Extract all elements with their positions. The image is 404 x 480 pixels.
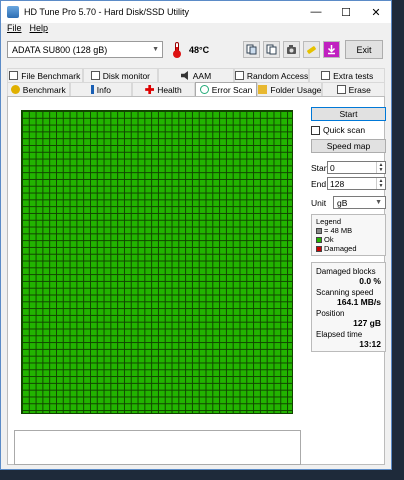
toolbar: ADATA SU800 (128 gB) ▼ 48°C Exit <box>7 39 385 61</box>
ok-swatch <box>316 236 322 243</box>
tab-benchmark[interactable]: Benchmark <box>7 82 70 96</box>
legend-title: Legend <box>316 217 342 226</box>
tab-disk-monitor[interactable]: Disk monitor <box>82 68 159 82</box>
drive-select[interactable]: ADATA SU800 (128 gB) ▼ <box>7 41 163 58</box>
menu-bar: File Help <box>1 23 48 37</box>
stats-panel: Damaged blocks 0.0 % Scanning speed 164.… <box>311 262 386 352</box>
checkbox-box <box>311 125 320 135</box>
tab-error-scan[interactable]: Error Scan <box>194 82 258 96</box>
window-title: HD Tune Pro 5.70 - Hard Disk/SSD Utility <box>24 7 190 17</box>
spinner-arrows-icon[interactable]: ▲ ▼ <box>376 178 385 189</box>
minimize-button[interactable]: — <box>301 1 331 23</box>
temperature-readout: 48°C <box>189 45 210 55</box>
scanning-speed-label: Scanning speed <box>316 288 374 297</box>
unit-select[interactable]: gB ▼ <box>333 196 386 209</box>
file-benchmark-icon <box>9 71 19 80</box>
copy-info-icon[interactable] <box>243 41 260 58</box>
damaged-blocks-label: Damaged blocks <box>316 267 376 276</box>
benchmark-icon <box>10 85 20 94</box>
tab-erase[interactable]: Erase <box>322 82 385 96</box>
scan-block-map <box>21 110 293 414</box>
damaged-swatch <box>316 245 322 252</box>
tab-folder-usage[interactable]: Folder Usage <box>257 82 323 96</box>
end-field[interactable]: 128 ▲ ▼ <box>327 177 386 190</box>
tab-aam[interactable]: AAM <box>158 68 234 82</box>
chevron-down-icon: ▼ <box>152 46 159 53</box>
drive-select-value: ADATA SU800 (128 gB) <box>12 44 108 55</box>
legend: Legend = 48 MB Ok Damaged <box>311 214 386 256</box>
tab-random-access[interactable]: Random Access <box>233 68 310 82</box>
speed-map-button[interactable]: Speed map <box>311 139 386 153</box>
speaker-icon <box>180 71 188 80</box>
thermometer-icon <box>173 41 181 58</box>
options-wrench-icon[interactable] <box>303 41 320 58</box>
maximize-button[interactable]: ☐ <box>331 1 361 23</box>
screenshot-camera-icon[interactable] <box>283 41 300 58</box>
copy-results-icon[interactable] <box>263 41 280 58</box>
tab-file-benchmark[interactable]: File Benchmark <box>7 68 83 82</box>
start-button[interactable]: Start <box>311 107 386 121</box>
start-field-label: Start <box>311 162 329 173</box>
position-label: Position <box>316 309 345 318</box>
extra-tests-icon <box>321 71 331 80</box>
tab-info[interactable]: Info <box>69 82 133 96</box>
app-window: HD Tune Pro 5.70 - Hard Disk/SSD Utility… <box>0 0 392 470</box>
erase-icon <box>336 85 346 94</box>
elapsed-time-value: 13:12 <box>359 339 381 349</box>
scanning-speed-value: 164.1 MB/s <box>337 297 381 307</box>
position-value: 127 gB <box>353 318 381 328</box>
folder-icon <box>258 85 268 94</box>
tab-row-1: File Benchmark Disk monitor AAM Random A… <box>7 68 385 82</box>
elapsed-time-label: Elapsed time <box>316 330 363 339</box>
log-box <box>14 430 301 465</box>
start-field[interactable]: 0 ▲ ▼ <box>327 161 386 174</box>
health-cross-icon <box>145 85 155 94</box>
menu-help[interactable]: Help <box>30 23 49 37</box>
tab-health[interactable]: Health <box>132 82 195 96</box>
menu-file[interactable]: File <box>7 23 22 37</box>
quick-scan-checkbox[interactable]: Quick scan <box>311 125 386 135</box>
exit-button[interactable]: Exit <box>345 40 383 59</box>
spinner-arrows-icon[interactable]: ▲ ▼ <box>376 162 385 173</box>
title-bar: HD Tune Pro 5.70 - Hard Disk/SSD Utility… <box>1 1 391 23</box>
tab-row-2: Benchmark Info Health Error Scan Folder … <box>7 82 385 96</box>
info-icon <box>90 85 94 94</box>
app-icon <box>7 6 19 18</box>
damaged-blocks-value: 0.0 % <box>359 276 381 286</box>
random-access-icon <box>234 71 244 80</box>
tab-extra-tests[interactable]: Extra tests <box>309 68 385 82</box>
close-button[interactable]: ✕ <box>361 1 391 23</box>
block-swatch <box>316 227 322 234</box>
chevron-down-icon: ▼ <box>375 199 382 206</box>
download-icon[interactable] <box>323 41 340 58</box>
unit-label: Unit <box>311 197 327 208</box>
error-scan-panel: Start Quick scan Speed map Start 0 ▲ ▼ En… <box>7 96 386 465</box>
scan-controls: Start Quick scan Speed map Start 0 ▲ ▼ En… <box>311 107 386 352</box>
magnifier-icon <box>199 85 209 94</box>
disk-monitor-icon <box>90 71 100 80</box>
end-field-label: End <box>311 178 327 189</box>
